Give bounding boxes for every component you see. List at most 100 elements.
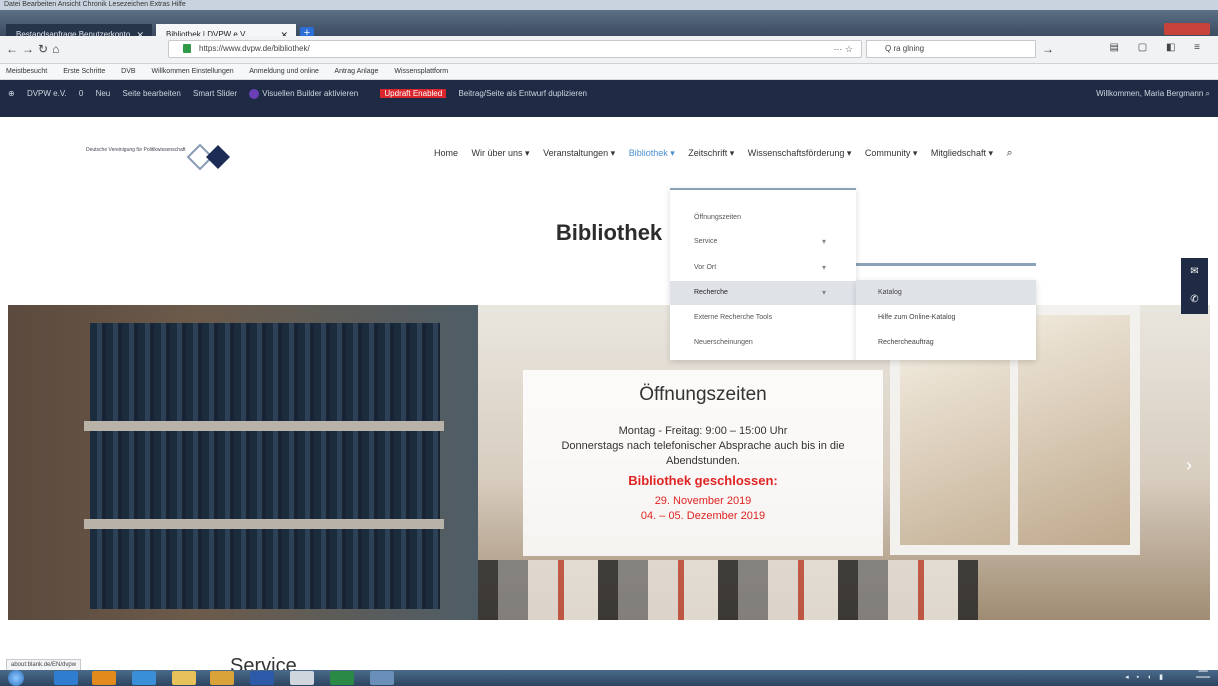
bookmark-item[interactable]: Wissensplattform <box>394 68 448 75</box>
url-text[interactable]: https://www.dvpw.de/bibliothek/ <box>199 44 310 53</box>
chevron-down-icon: ▾ <box>821 288 826 297</box>
taskbar-explorer-icon[interactable] <box>172 671 196 685</box>
nav-mitgliedschaft[interactable]: Mitgliedschaft ▾ <box>931 148 993 158</box>
taskbar-firefox-icon[interactable] <box>92 671 116 685</box>
closed-date: 04. – 05. Dezember 2019 <box>640 510 766 522</box>
nav-veranstaltungen[interactable]: Veranstaltungen ▾ <box>543 148 615 158</box>
tab-strip: Bestandsanfrage Benutzerkonto ✕ Biblioth… <box>0 10 1218 46</box>
dropdown-item-oeffnungszeiten[interactable]: Öffnungszeiten <box>670 206 856 230</box>
forward-icon[interactable]: → <box>22 42 38 56</box>
bookmark-item[interactable]: Antrag Anlage <box>334 68 378 75</box>
wp-admin-bar: ⊕ DVPW e.V. 0 Neu Seite bearbeiten Smart… <box>0 80 1218 117</box>
taskbar-app-icon[interactable] <box>210 671 234 685</box>
dropdown-item-recherche[interactable]: Recherche ▾ <box>670 281 856 305</box>
side-contact-buttons: ✉ ✆ <box>1181 258 1208 314</box>
windows-taskbar: ◂ ▪ ◖ ▮ ▔▔ ▔▔▔ <box>0 670 1218 686</box>
site-header: Deutsche Vereinigung für Politikwissensc… <box>8 117 1210 187</box>
nav-community[interactable]: Community ▾ <box>865 148 918 158</box>
browser-menubar[interactable]: Datei Bearbeiten Ansicht Chronik Lesezei… <box>0 0 1218 10</box>
bookmark-item[interactable]: Anmeldung und online <box>249 68 319 75</box>
slider-next-icon[interactable]: › <box>1186 455 1192 476</box>
hours-line: Donnerstags nach telefonischer Absprache… <box>561 440 845 452</box>
book-row <box>90 431 440 519</box>
navigation-toolbar: ←→↻⌂ https://www.dvpw.de/bibliothek/ ···… <box>0 36 1218 64</box>
browser-window: Datei Bearbeiten Ansicht Chronik Lesezei… <box>0 0 1218 686</box>
dropdown-item-externe-tools[interactable]: Externe Recherche Tools <box>670 306 856 330</box>
shelf <box>84 421 444 431</box>
book-row <box>90 323 440 421</box>
updraft-badge[interactable]: Updraft Enabled <box>380 89 447 98</box>
nav-buttons[interactable]: ←→↻⌂ <box>6 42 63 56</box>
page-actions-icon[interactable]: ··· ☆ <box>833 41 853 57</box>
builder-icon <box>249 88 260 99</box>
taskbar-ie-icon[interactable] <box>54 671 78 685</box>
taskbar-app-icon[interactable] <box>290 671 314 685</box>
taskbar-word-icon[interactable] <box>250 671 274 685</box>
book-row <box>90 529 440 609</box>
shelf <box>84 519 444 529</box>
dropdown-item-service[interactable]: Service ▾ <box>670 230 856 254</box>
visual-builder-link[interactable]: Visuellen Builder aktivieren <box>249 88 368 99</box>
nav-wissenschaftsfoerderung[interactable]: Wissenschaftsförderung ▾ <box>748 148 852 158</box>
nav-zeitschrift[interactable]: Zeitschrift ▾ <box>688 148 734 158</box>
go-arrow-icon[interactable]: → <box>1042 42 1054 56</box>
closed-date: 29. November 2019 <box>654 495 752 507</box>
edit-page-link[interactable]: Seite bearbeiten <box>123 89 181 98</box>
nav-wir-ueber-uns[interactable]: Wir über uns ▾ <box>472 148 530 158</box>
admin-new-link[interactable]: Neu <box>96 89 111 98</box>
smart-slider-link[interactable]: Smart Slider <box>193 89 237 98</box>
submenu-item-katalog[interactable]: Katalog <box>856 280 1036 305</box>
mail-icon[interactable]: ✉ <box>1181 258 1208 286</box>
window-controls[interactable] <box>1164 23 1210 35</box>
logo-text[interactable]: Deutsche Vereinigung für Politikwissensc… <box>86 147 186 153</box>
bookshelf-image <box>8 305 478 620</box>
taskbar-excel-icon[interactable] <box>330 671 354 685</box>
admin-account[interactable]: Willkommen, Maria Bergmann ⌕ <box>1096 88 1210 100</box>
admin-site-link[interactable]: DVPW e.V. <box>27 89 67 98</box>
submenu-item-rechercheauftrag[interactable]: Rechercheauftrag <box>856 330 1036 355</box>
toolbar-icons[interactable]: ▤ ▢ ◧ ≡ <box>1109 42 1208 53</box>
bookmark-item[interactable]: Willkommen Einstellungen <box>152 68 234 75</box>
back-icon[interactable]: ← <box>6 42 22 56</box>
reload-icon[interactable]: ↻ <box>38 42 52 56</box>
search-icon[interactable]: ⌕ <box>1206 89 1210 98</box>
nav-bibliothek[interactable]: Bibliothek ▾ <box>629 148 675 158</box>
hours-title: Öffnungszeiten <box>639 384 767 405</box>
recherche-submenu: Katalog Hilfe zum Online-Katalog Recherc… <box>856 280 1036 360</box>
title-underline <box>852 263 1036 266</box>
comments-count[interactable]: 0 <box>79 89 83 98</box>
bibliothek-dropdown: Öffnungszeiten Service ▾ Vor Ort ▾ Recherc… <box>670 188 856 360</box>
duplicate-draft-link[interactable]: Beitrag/Seite als Entwurf duplizieren <box>458 89 587 98</box>
bookmarks-bar: Meistbesucht Erste Schritte DVB Willkomm… <box>0 64 1218 80</box>
page-title: Bibliothek <box>555 220 663 245</box>
phone-icon[interactable]: ✆ <box>1181 286 1208 314</box>
taskbar-clock[interactable]: ▔▔ ▔▔▔ <box>1196 672 1210 684</box>
display-books <box>478 560 978 620</box>
chevron-down-icon: ▾ <box>821 237 826 246</box>
url-bar[interactable]: https://www.dvpw.de/bibliothek/ ··· ☆ <box>168 40 862 58</box>
chevron-down-icon: ▾ <box>821 263 826 272</box>
logo-icon[interactable] <box>184 141 240 173</box>
bookmark-item[interactable]: Erste Schritte <box>63 68 105 75</box>
nav-home[interactable]: Home <box>434 148 458 158</box>
hours-line: Abendstunden. <box>665 455 740 467</box>
closed-title: Bibliothek geschlossen: <box>628 473 778 488</box>
submenu-item-hilfe-katalog[interactable]: Hilfe zum Online-Katalog <box>856 305 1036 330</box>
wordpress-icon[interactable]: ⊕ <box>8 89 15 98</box>
bookmark-item[interactable]: Meistbesucht <box>6 68 47 75</box>
taskbar-app-icon[interactable] <box>132 671 156 685</box>
system-tray[interactable]: ◂ ▪ ◖ ▮ <box>1125 673 1166 681</box>
main-navigation: Home Wir über uns ▾ Veranstaltungen ▾ Bi… <box>434 147 1024 160</box>
admin-bar-items: ⊕ DVPW e.V. 0 Neu Seite bearbeiten Smart… <box>8 88 597 100</box>
start-button[interactable] <box>8 670 24 686</box>
search-input[interactable]: Q ra glning <box>866 40 1036 58</box>
bookmark-item[interactable]: DVB <box>121 68 135 75</box>
dropdown-item-vor-ort[interactable]: Vor Ort ▾ <box>670 256 856 280</box>
lock-icon <box>183 44 191 53</box>
dropdown-item-neuerscheinungen[interactable]: Neuerscheinungen <box>670 331 856 355</box>
admin-greeting[interactable]: Willkommen, Maria Bergmann <box>1096 89 1203 98</box>
home-icon[interactable]: ⌂ <box>52 42 63 56</box>
search-icon[interactable]: ⌕ <box>1006 147 1012 159</box>
taskbar-app-icon[interactable] <box>370 671 394 685</box>
opening-hours-box: Öffnungszeiten Montag - Freitag: 9:00 – … <box>523 370 883 556</box>
